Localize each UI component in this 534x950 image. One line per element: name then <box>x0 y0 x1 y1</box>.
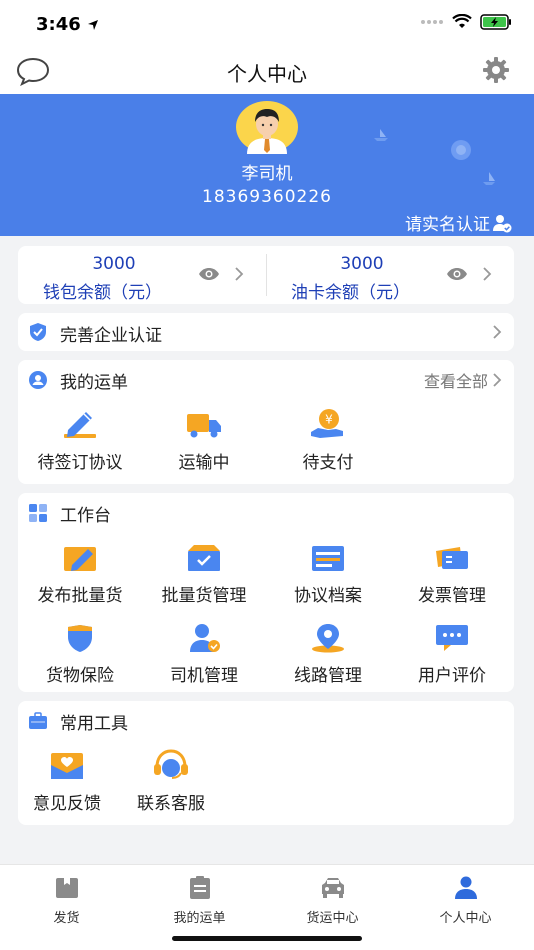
order-pending-payment-label: 待支付 <box>302 453 354 473</box>
tab-freight-center-label: 货运中心 <box>306 911 359 926</box>
shield-icon <box>68 625 92 652</box>
status-indicators <box>420 14 512 30</box>
common-tools-title: 常用工具 <box>60 714 128 734</box>
settings-button[interactable] <box>482 56 510 88</box>
tab-my-waybills-label: 我的运单 <box>173 911 226 926</box>
home-indicator <box>172 936 362 941</box>
location-icon <box>312 624 344 653</box>
tab-personal-center-label: 个人中心 <box>439 911 492 926</box>
cargo-box-icon <box>188 545 220 571</box>
workbench-invoice-management[interactable]: 发票管理 <box>390 537 514 606</box>
archive-icon <box>312 546 344 571</box>
battery-charging-icon <box>480 14 511 30</box>
fuel-card-balance-value: 3000 <box>340 254 384 274</box>
contact-support-label: 联系客服 <box>137 794 205 814</box>
common-tools-card: 常用工具 意见反馈 联系客服 <box>18 701 514 825</box>
publish-cargo-label: 发布批量货 <box>37 586 123 606</box>
route-management-label: 线路管理 <box>294 666 362 686</box>
wallet-balance[interactable]: 3000 钱包余额（元） <box>18 246 266 304</box>
chevron-right-icon <box>493 325 502 339</box>
signal-icon <box>421 20 443 24</box>
eye-icon[interactable] <box>198 267 220 281</box>
workbench-publish-cargo[interactable]: 发布批量货 <box>18 537 142 606</box>
truck-icon <box>187 414 221 438</box>
sign-pen-icon <box>64 412 96 438</box>
headset-icon <box>154 749 188 779</box>
tab-freight-center[interactable]: 货运中心 <box>266 875 399 926</box>
person-icon <box>454 876 477 899</box>
status-time-text: 3:46 <box>36 14 81 35</box>
my-orders-card: 我的运单 查看全部 待签订协议 运输中 ¥ 待支付 <box>18 360 514 484</box>
driver-name: 李司机 <box>241 164 293 184</box>
see-all-label: 查看全部 <box>423 372 488 391</box>
user-verify-icon <box>493 214 512 232</box>
status-bar: 3:46 <box>0 0 534 50</box>
tool-contact-support[interactable]: 联系客服 <box>109 745 233 814</box>
workbench-driver-management[interactable]: 司机管理 <box>142 617 266 686</box>
cargo-insurance-label: 货物保险 <box>46 666 114 686</box>
workbench-agreement-archive[interactable]: 协议档案 <box>266 537 390 606</box>
order-in-transit[interactable]: 运输中 <box>142 404 266 473</box>
wallet-balance-value: 3000 <box>92 254 136 274</box>
workbench-cargo-insurance[interactable]: 货物保险 <box>18 617 142 686</box>
order-pending-payment[interactable]: ¥ 待支付 <box>266 404 390 473</box>
profile-header: 李司机 18369360226 请实名认证 <box>0 94 534 236</box>
fuel-card-balance-label: 油卡余额（元） <box>291 283 410 303</box>
workbench-title: 工作台 <box>60 506 111 526</box>
location-arrow-icon <box>88 20 99 30</box>
gear-icon <box>483 57 509 83</box>
agreement-archive-label: 协议档案 <box>294 586 362 606</box>
status-time: 3:46 <box>36 14 99 35</box>
car-icon <box>321 878 344 898</box>
ship-box-icon <box>55 878 78 898</box>
real-name-verify-link[interactable]: 请实名认证 <box>405 210 512 235</box>
order-pending-sign-label: 待签订协议 <box>37 453 123 473</box>
wallet-balance-label: 钱包余额（元） <box>43 283 162 303</box>
driver-avatar-icon <box>236 101 298 154</box>
enterprise-verify-label: 完善企业认证 <box>60 326 162 346</box>
driver-management-label: 司机管理 <box>170 666 238 686</box>
publish-cargo-icon <box>64 547 96 571</box>
nav-bar: 个人中心 <box>0 50 534 94</box>
wifi-icon <box>452 14 472 28</box>
driver-icon <box>190 624 220 652</box>
user-reviews-label: 用户评价 <box>418 666 486 686</box>
order-pending-sign[interactable]: 待签订协议 <box>18 404 142 473</box>
page-title: 个人中心 <box>227 62 307 86</box>
fuel-card-balance[interactable]: 3000 油卡余额（元） <box>266 246 514 304</box>
see-all-orders-link[interactable]: 查看全部 <box>424 368 502 392</box>
driver-phone: 18369360226 <box>202 187 332 207</box>
tab-my-waybills[interactable]: 我的运单 <box>133 875 266 926</box>
enterprise-verify-row[interactable]: 完善企业认证 <box>18 313 514 351</box>
invoice-icon <box>436 547 468 569</box>
eye-icon[interactable] <box>446 267 468 281</box>
payment-icon: ¥ <box>311 409 343 438</box>
workbench-user-reviews[interactable]: 用户评价 <box>390 617 514 686</box>
grid-apps-icon <box>29 504 47 522</box>
svg-text:¥: ¥ <box>325 413 333 427</box>
chevron-right-icon <box>493 373 502 387</box>
chevron-right-icon <box>235 267 244 281</box>
tab-ship-goods[interactable]: 发货 <box>0 875 133 926</box>
tab-ship-goods-label: 发货 <box>53 911 80 926</box>
workbench-card: 工作台 发布批量货 批量货管理 协议档案 发票管理 货物保险 司机管理 线路管理… <box>18 493 514 692</box>
avatar[interactable] <box>235 100 299 154</box>
user-circle-icon <box>29 371 47 389</box>
verify-label: 请实名认证 <box>405 215 490 235</box>
my-orders-title: 我的运单 <box>60 373 128 393</box>
tab-personal-center[interactable]: 个人中心 <box>399 875 532 926</box>
comment-icon <box>436 625 468 651</box>
order-in-transit-label: 运输中 <box>178 453 230 473</box>
waybill-icon <box>189 876 210 899</box>
decor-boat-icon <box>374 129 388 141</box>
workbench-cargo-management[interactable]: 批量货管理 <box>142 537 266 606</box>
invoice-management-label: 发票管理 <box>418 586 486 606</box>
chevron-right-icon <box>483 267 492 281</box>
shield-check-icon <box>30 323 46 341</box>
cargo-management-label: 批量货管理 <box>161 586 247 606</box>
workbench-route-management[interactable]: 线路管理 <box>266 617 390 686</box>
balance-card: 3000 钱包余额（元） 3000 油卡余额（元） <box>18 246 514 304</box>
feedback-icon <box>51 753 83 779</box>
toolbox-icon <box>29 712 47 729</box>
